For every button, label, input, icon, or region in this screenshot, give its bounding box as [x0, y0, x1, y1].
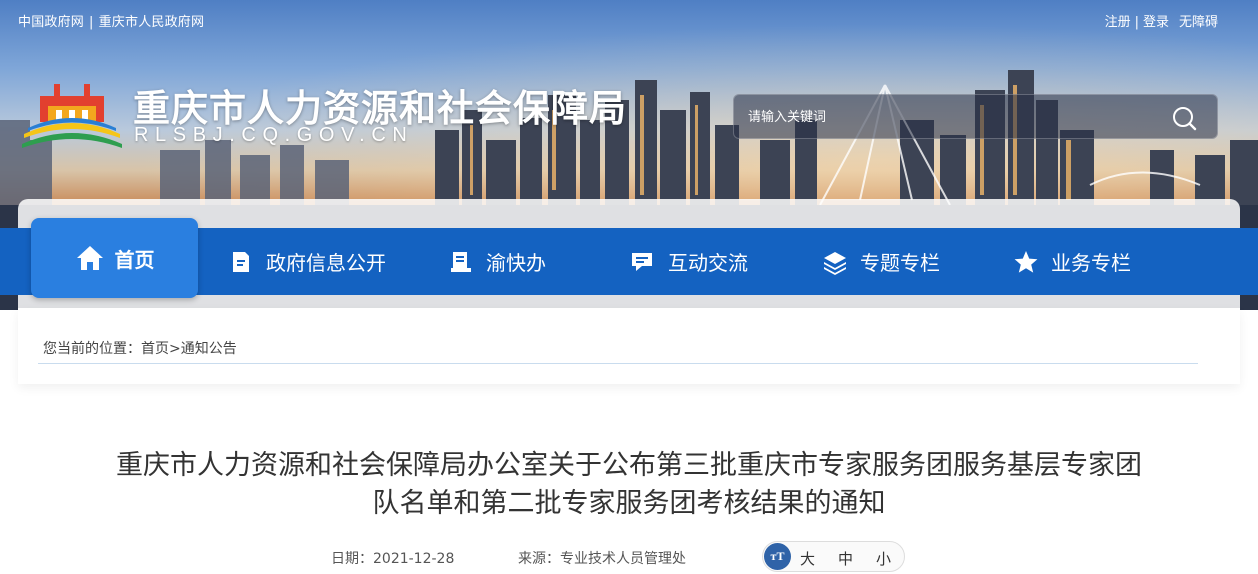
nav-item-interaction[interactable]: 互动交流	[630, 228, 748, 295]
account-separator: |	[1134, 15, 1139, 30]
font-size-icon: тT	[764, 543, 791, 570]
chat-icon	[632, 252, 652, 271]
font-small-button[interactable]: 小	[876, 548, 891, 569]
article-title-line1: 重庆市人力资源和社会保障局办公室关于公布第三批重庆市专家服务团服务基层专家团	[116, 450, 1142, 481]
source-value: 专业技术人员管理处	[560, 551, 686, 567]
top-links: 中国政府网 | 重庆市人民政府网	[18, 11, 204, 30]
nav-item-gov-info[interactable]: 政府信息公开	[228, 228, 386, 295]
source-label: 来源：	[518, 551, 560, 567]
site-url: RLSBJ.CQ.GOV.CN	[134, 124, 414, 146]
breadcrumb: 您当前的位置：首页>通知公告	[43, 338, 237, 358]
star-icon	[1014, 250, 1038, 273]
nav-label: 首页	[114, 247, 155, 272]
nav-label: 专题专栏	[860, 251, 940, 275]
register-link[interactable]: 注册	[1105, 15, 1131, 30]
link-china-gov[interactable]: 中国政府网	[18, 15, 84, 30]
link-chongqing-gov[interactable]: 重庆市人民政府网	[99, 15, 205, 30]
document-icon	[233, 251, 249, 272]
breadcrumb-home-link[interactable]: 首页	[141, 341, 169, 357]
nav-label: 渝快办	[486, 251, 546, 275]
home-icon	[76, 246, 103, 270]
nav-label: 互动交流	[668, 251, 748, 275]
site-logo-icon[interactable]	[20, 72, 124, 150]
article-source: 来源：专业技术人员管理处	[518, 548, 686, 568]
nav-item-yukuaiban[interactable]: 渝快办	[448, 228, 546, 295]
nav-label: 业务专栏	[1051, 251, 1131, 275]
date-label: 日期：	[331, 551, 373, 567]
search-input[interactable]	[748, 103, 1158, 131]
nav-item-special[interactable]: 专题专栏	[822, 228, 940, 295]
date-value: 2021-12-28	[373, 551, 455, 567]
search-icon[interactable]	[1171, 105, 1197, 131]
breadcrumb-prefix: 您当前的位置：	[43, 341, 141, 357]
layers-icon	[824, 251, 846, 275]
article-date: 日期：2021-12-28	[331, 548, 454, 568]
login-link[interactable]: 登录	[1143, 15, 1169, 30]
account-links: 注册 | 登录 无障碍	[1105, 11, 1218, 30]
nav-item-home[interactable]: 首页	[31, 218, 198, 298]
font-large-button[interactable]: 大	[800, 548, 815, 569]
article-title-line2: 队名单和第二批专家服务团考核结果的通知	[372, 488, 886, 519]
nav-label: 政府信息公开	[266, 251, 386, 275]
breadcrumb-arrow: >	[169, 341, 181, 357]
nav-item-business[interactable]: 业务专栏	[1013, 228, 1131, 295]
search-box	[733, 94, 1218, 139]
font-size-control: тT 大 中 小	[762, 541, 905, 572]
book-icon	[451, 251, 471, 272]
font-medium-button[interactable]: 中	[838, 548, 853, 569]
accessibility-link[interactable]: 无障碍	[1179, 15, 1218, 30]
top-separator: |	[89, 15, 94, 30]
breadcrumb-divider	[38, 363, 1198, 364]
article-title: 重庆市人力资源和社会保障局办公室关于公布第三批重庆市专家服务团服务基层专家团 队…	[40, 447, 1218, 523]
breadcrumb-current-link[interactable]: 通知公告	[181, 341, 237, 357]
